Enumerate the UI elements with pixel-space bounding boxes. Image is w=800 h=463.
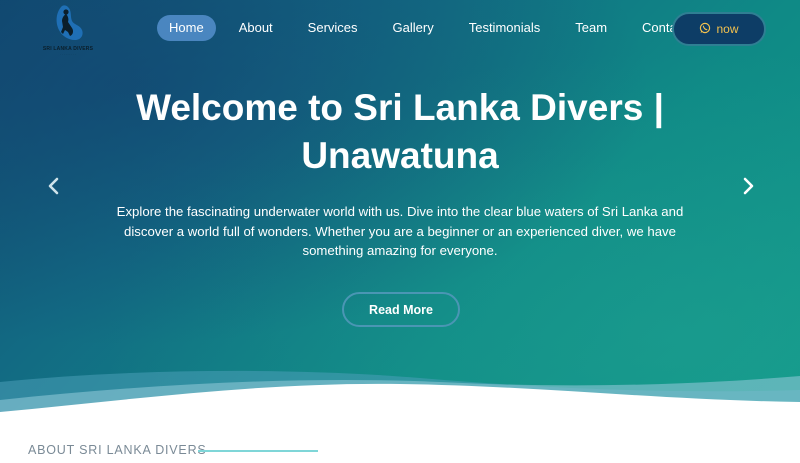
whatsapp-icon	[699, 22, 711, 37]
hero-wave-divider	[0, 370, 800, 420]
nav-item-gallery[interactable]: Gallery	[381, 15, 446, 41]
hero-description: Explore the fascinating underwater world…	[116, 204, 684, 258]
whatsapp-label: now	[716, 22, 739, 36]
about-label-underline	[198, 450, 318, 452]
nav-item-testimonials[interactable]: Testimonials	[457, 15, 553, 41]
hero-title: Welcome to Sri Lanka Divers | Unawatuna	[136, 87, 664, 176]
read-more-button[interactable]: Read More	[342, 292, 460, 327]
nav-item-services[interactable]: Services	[296, 15, 370, 41]
nav-item-team[interactable]: Team	[563, 15, 619, 41]
main-nav: Home About Services Gallery Testimonials…	[157, 15, 710, 41]
nav-item-home[interactable]: Home	[157, 15, 216, 41]
chevron-right-icon	[743, 177, 754, 195]
hero-slider: SRI LANKA DIVERS · · · · · · · · · Home …	[0, 0, 800, 420]
slider-next-button[interactable]	[738, 175, 758, 197]
diver-logo-icon	[56, 5, 83, 40]
nav-item-about[interactable]: About	[227, 15, 285, 41]
site-logo[interactable]: SRI LANKA DIVERS · · · · · · · · ·	[42, 4, 94, 56]
whatsapp-button[interactable]: now	[672, 12, 766, 46]
logo-subtext: · · · · · · · · ·	[60, 52, 76, 56]
about-section-label: ABOUT SRI LANKA DIVERS	[28, 443, 207, 457]
